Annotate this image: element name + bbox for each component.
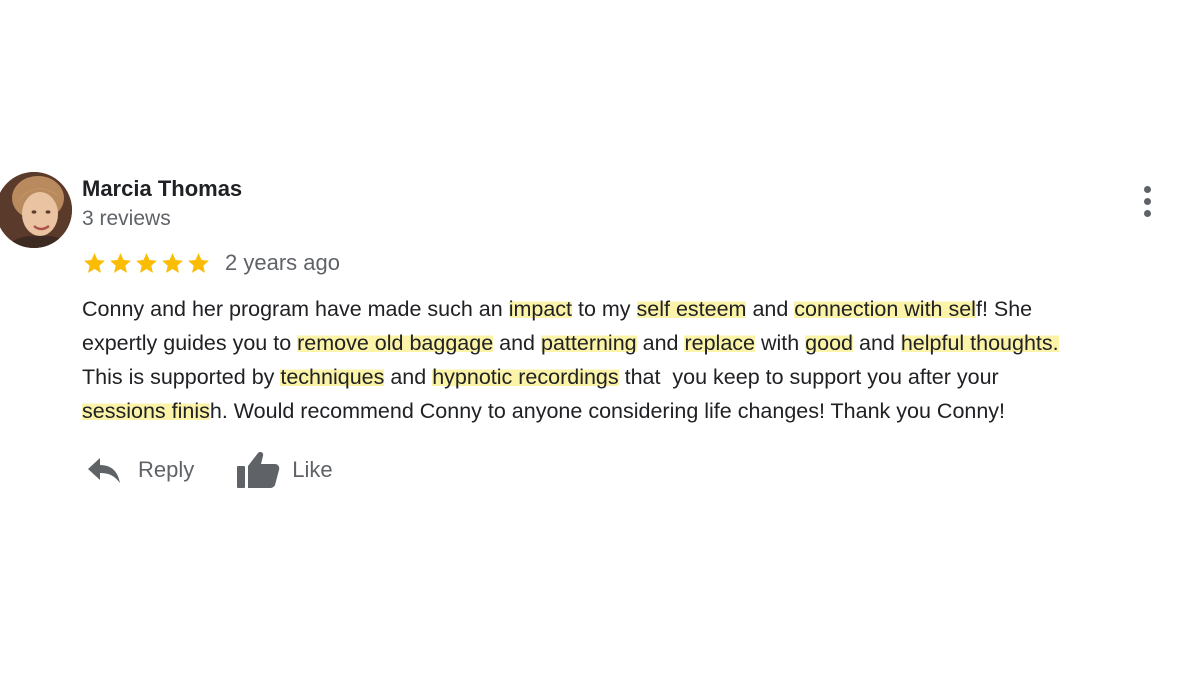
highlighted-phrase: techniques bbox=[280, 365, 385, 389]
reply-button[interactable]: Reply bbox=[86, 455, 194, 485]
review-text-segment: to my bbox=[572, 297, 637, 321]
review-text-line: expertly guides you to remove old baggag… bbox=[82, 326, 1192, 360]
review-text-segment: expertly guides you to bbox=[82, 331, 298, 355]
star-icon bbox=[162, 252, 183, 273]
review-text-segment: f! She bbox=[975, 297, 1033, 321]
review-text-segment: This is supported by bbox=[82, 365, 281, 389]
avatar[interactable] bbox=[0, 172, 72, 248]
review-text-line: This is supported by techniques and hypn… bbox=[82, 360, 1192, 394]
review-text-line: Conny and her program have made such an … bbox=[82, 292, 1192, 326]
author-name[interactable]: Marcia Thomas bbox=[82, 176, 242, 202]
highlighted-phrase: remove old baggage bbox=[297, 331, 494, 355]
author-review-count[interactable]: 3 reviews bbox=[82, 207, 171, 231]
more-vert-icon-dot bbox=[1144, 198, 1151, 205]
reply-arrow-icon bbox=[88, 458, 120, 483]
reply-label: Reply bbox=[138, 457, 195, 482]
review-text-segment: and bbox=[853, 331, 901, 355]
star-icon bbox=[136, 252, 157, 273]
star-icon bbox=[84, 252, 105, 273]
more-vert-icon-dot bbox=[1144, 210, 1151, 217]
avatar-photo-icon bbox=[0, 172, 72, 248]
review-text: Conny and her program have made such an … bbox=[82, 292, 1192, 428]
like-label: Like bbox=[292, 457, 333, 482]
highlighted-phrase: replace bbox=[684, 331, 755, 355]
review-date: 2 years ago bbox=[225, 250, 340, 275]
review-text-segment: and bbox=[746, 297, 795, 321]
review-text-segment: that you keep to support you after your bbox=[618, 365, 999, 389]
rating-row: 2 years ago bbox=[82, 248, 340, 278]
review-text-line: sessions finish. Would recommend Conny t… bbox=[82, 394, 1192, 428]
review-text-segment: Conny and her program have made such an bbox=[82, 297, 509, 321]
highlighted-phrase: sessions finis bbox=[82, 399, 210, 423]
review-text-segment: and bbox=[493, 331, 541, 355]
like-button[interactable]: Like bbox=[236, 450, 333, 490]
more-vert-icon bbox=[1144, 186, 1151, 193]
review-card: Marcia Thomas 3 reviews 2 years ago Conn… bbox=[0, 172, 1200, 502]
review-text-segment: with bbox=[754, 331, 806, 355]
highlighted-phrase: connection with sel bbox=[794, 297, 976, 321]
review-text-segment: and bbox=[636, 331, 685, 355]
star-icon bbox=[188, 252, 209, 273]
highlighted-phrase: self esteem bbox=[636, 297, 747, 321]
review-actions: Reply Like bbox=[86, 450, 333, 490]
star-icon bbox=[110, 252, 131, 273]
more-options-button[interactable] bbox=[1130, 182, 1166, 222]
highlighted-phrase: patterning bbox=[541, 331, 637, 355]
highlighted-phrase: impact bbox=[508, 297, 573, 321]
review-text-segment: h. Would recommend Conny to anyone consi… bbox=[209, 399, 1006, 423]
review-text-segment: and bbox=[384, 365, 433, 389]
thumbs-up-icon bbox=[237, 452, 280, 488]
highlighted-phrase: good bbox=[805, 331, 854, 355]
star-rating bbox=[82, 251, 211, 276]
highlighted-phrase: helpful thoughts. bbox=[900, 331, 1059, 355]
highlighted-phrase: hypnotic recordings bbox=[432, 365, 619, 389]
